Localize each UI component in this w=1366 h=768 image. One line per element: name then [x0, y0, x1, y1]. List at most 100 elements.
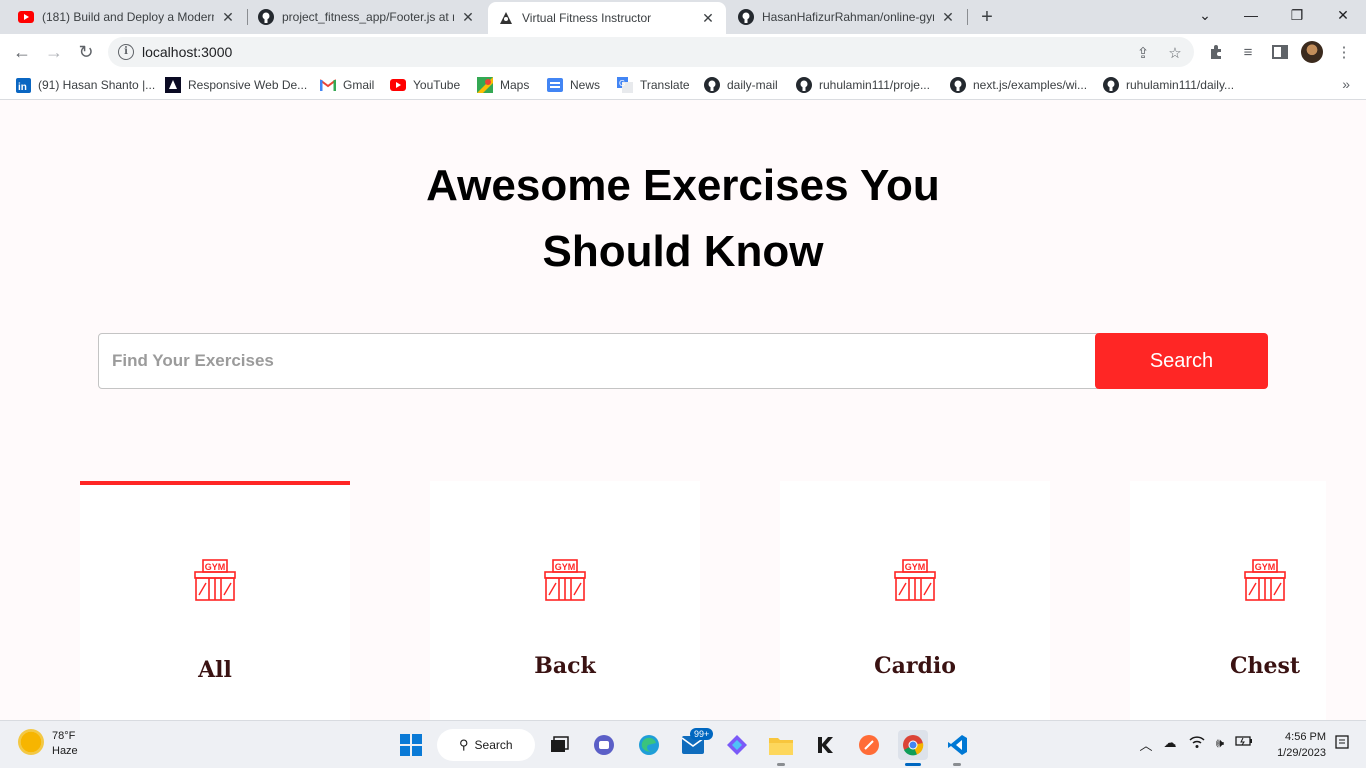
gym-icon-text: GYM: [555, 562, 576, 572]
exercise-search: Search: [98, 333, 1268, 389]
notifications-icon[interactable]: [1332, 735, 1352, 755]
bookmark-news[interactable]: News: [547, 76, 600, 94]
search-button[interactable]: Search: [1095, 333, 1268, 389]
file-explorer-icon[interactable]: [766, 730, 796, 760]
body-part-card-cardio[interactable]: GYM Cardio: [780, 481, 1050, 720]
weather-widget[interactable]: 78°F Haze: [18, 729, 78, 759]
body-part-card-chest[interactable]: GYM Chest: [1130, 481, 1326, 720]
tab-youtube[interactable]: (181) Build and Deploy a Modern ✕: [8, 0, 246, 34]
minimize-icon[interactable]: —: [1228, 0, 1274, 30]
github-icon: [258, 9, 274, 25]
mail-badge: 99+: [690, 728, 714, 740]
onedrive-cloud-icon[interactable]: ☁: [1160, 735, 1180, 755]
body-part-label: Chest: [1229, 653, 1301, 679]
vscode-icon[interactable]: [942, 730, 972, 760]
github-icon: [704, 77, 720, 93]
gym-icon: GYM: [194, 559, 236, 601]
bookmark-star-icon[interactable]: ☆: [1166, 44, 1184, 62]
bookmark-linkedin[interactable]: in (91) Hasan Shanto |...: [15, 76, 155, 94]
tab-github-online-gym[interactable]: HasanHafizurRahman/online-gym ✕: [728, 0, 966, 34]
body-part-card-all[interactable]: GYM All: [80, 481, 350, 720]
bookmark-label: daily-mail: [727, 78, 778, 92]
extensions-puzzle-icon[interactable]: [1204, 40, 1228, 64]
edge-browser-icon[interactable]: [634, 730, 664, 760]
gym-icon: GYM: [544, 559, 586, 601]
clock-date: 1/29/2023: [1277, 747, 1326, 759]
task-view-icon[interactable]: [544, 730, 574, 760]
more-menu-icon[interactable]: ⋮: [1332, 40, 1356, 64]
bookmark-label: News: [570, 78, 601, 92]
site-info-icon[interactable]: i: [118, 44, 134, 60]
bookmark-maps[interactable]: Maps: [477, 76, 529, 94]
bookmark-label: Gmail: [343, 78, 375, 92]
gmail-icon: [320, 77, 336, 93]
windows-taskbar: 78°F Haze ⚲ Search 99+ ︿ ☁ 🕪 4:56 PM 1/2…: [0, 720, 1366, 768]
linkedin-icon: in: [15, 77, 31, 93]
windows-start-icon[interactable]: [396, 730, 426, 760]
svg-text:in: in: [18, 82, 27, 93]
forward-arrow-icon[interactable]: →: [40, 38, 68, 66]
bookmark-gmail[interactable]: Gmail: [320, 76, 374, 94]
close-tab-icon[interactable]: ✕: [700, 10, 716, 26]
media-queue-icon[interactable]: ≡: [1236, 40, 1260, 64]
browser-toolbar: ← → ↻ i localhost:3000 ⇪ ☆ ≡ ⋮: [0, 34, 1366, 70]
bookmark-ruhulamin-proje[interactable]: ruhulamin111/proje...: [796, 76, 930, 94]
running-indicator: [953, 763, 961, 766]
side-panel-icon[interactable]: [1268, 40, 1292, 64]
body-part-label: Back: [534, 653, 596, 679]
reload-icon[interactable]: ↻: [72, 38, 100, 66]
bookmark-label: Maps: [500, 78, 530, 92]
search-input[interactable]: [98, 333, 1098, 389]
close-tab-icon[interactable]: ✕: [220, 9, 236, 25]
gym-icon-text: GYM: [905, 562, 926, 572]
chrome-icon[interactable]: [898, 730, 928, 760]
hero-title-line2: Should Know: [542, 227, 824, 276]
kite-app-icon[interactable]: [810, 730, 840, 760]
bookmark-ruhulamin-daily[interactable]: ruhulamin111/daily...: [1103, 76, 1234, 94]
back-arrow-icon[interactable]: ←: [8, 38, 36, 66]
gym-icon: GYM: [894, 559, 936, 601]
page-content: Awesome Exercises You Should Know Search…: [0, 101, 1366, 720]
bookmarks-overflow-icon[interactable]: »: [1342, 76, 1350, 92]
close-tab-icon[interactable]: ✕: [940, 9, 956, 25]
teams-chat-icon[interactable]: [589, 730, 619, 760]
profile-avatar[interactable]: [1300, 40, 1324, 64]
bookmarks-bar: in (91) Hasan Shanto |... Responsive Web…: [0, 70, 1366, 100]
wifi-icon[interactable]: [1187, 735, 1207, 755]
tab-github-footer[interactable]: project_fitness_app/Footer.js at m ✕: [248, 0, 486, 34]
weather-desc: Haze: [52, 745, 78, 757]
address-bar[interactable]: i localhost:3000 ⇪ ☆: [108, 37, 1194, 67]
battery-icon[interactable]: [1234, 735, 1254, 755]
tab-title: HasanHafizurRahman/online-gym: [762, 10, 934, 24]
body-part-card-back[interactable]: GYM Back: [430, 481, 700, 720]
tray-overflow-icon[interactable]: ︿: [1136, 735, 1156, 755]
bookmark-daily-mail[interactable]: daily-mail: [704, 76, 778, 94]
close-window-icon[interactable]: ✕: [1320, 0, 1366, 30]
close-tab-icon[interactable]: ✕: [460, 9, 476, 25]
weather-temp: 78°F: [52, 730, 76, 742]
new-tab-button[interactable]: +: [976, 6, 998, 28]
youtube-icon: [390, 77, 406, 93]
tab-title: project_fitness_app/Footer.js at m: [282, 10, 454, 24]
volume-icon[interactable]: 🕪: [1210, 735, 1230, 755]
bookmark-label: (91) Hasan Shanto |...: [38, 78, 156, 92]
tab-search-chevron-icon[interactable]: ⌄: [1182, 0, 1228, 30]
tab-virtual-fitness[interactable]: Virtual Fitness Instructor ✕: [488, 2, 726, 34]
bookmark-youtube[interactable]: YouTube: [390, 76, 460, 94]
restore-icon[interactable]: ❐: [1274, 0, 1320, 30]
github-icon: [1103, 77, 1119, 93]
bookmark-nextjs-examples[interactable]: next.js/examples/wi...: [950, 76, 1087, 94]
svg-text:G: G: [619, 79, 625, 88]
youtube-icon: [18, 9, 34, 25]
system-clock[interactable]: 4:56 PM 1/29/2023: [1262, 729, 1326, 761]
postman-icon[interactable]: [854, 730, 884, 760]
bookmark-freecodecamp[interactable]: Responsive Web De...: [165, 76, 307, 94]
running-indicator: [777, 763, 785, 766]
copilot-icon[interactable]: [722, 730, 752, 760]
github-icon: [796, 77, 812, 93]
bookmark-translate[interactable]: G Translate: [617, 76, 690, 94]
taskbar-search[interactable]: ⚲ Search: [437, 729, 535, 761]
share-icon[interactable]: ⇪: [1134, 44, 1152, 62]
github-icon: [950, 77, 966, 93]
browser-tabstrip: (181) Build and Deploy a Modern ✕ projec…: [0, 0, 1366, 34]
